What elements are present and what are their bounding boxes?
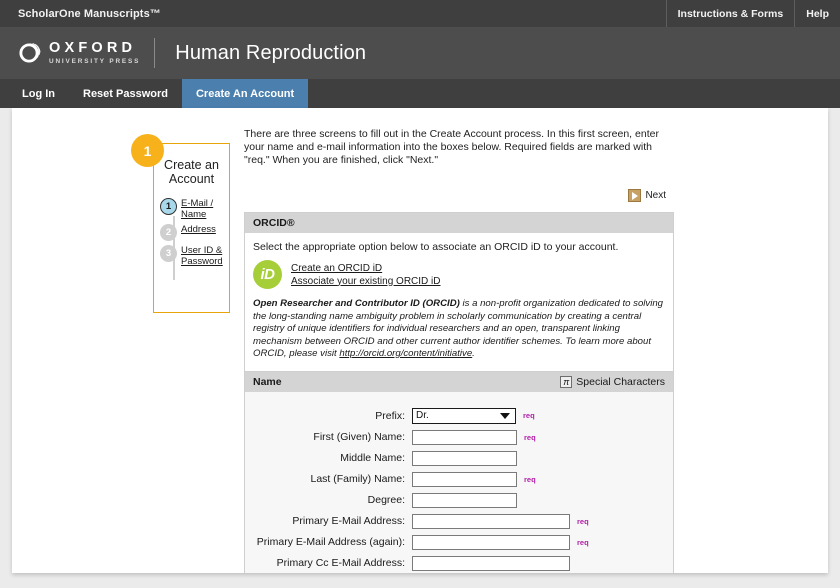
step-label-3[interactable]: User ID & Password [181,245,229,267]
top-utility-links: Instructions & Forms Help [665,0,840,27]
special-characters-button[interactable]: π Special Characters [560,375,665,388]
prefix-required-marker: req [523,411,535,420]
field-row-first-name: First (Given) Name: req [253,429,665,445]
step-item-email-name[interactable]: 1 E-Mail / Name [160,198,229,220]
oup-logo[interactable]: OXFORD UNIVERSITY PRESS [0,40,140,66]
masthead-divider [154,38,156,68]
orcid-panel-title: ORCID® [253,217,295,229]
orcid-options-row: iD Create an ORCID iD Associate your exi… [253,260,665,289]
middle-name-label: Middle Name: [340,452,405,464]
orcid-panel-body: Select the appropriate option below to a… [245,233,673,371]
step-circle-3: 3 [160,245,177,262]
first-name-label: First (Given) Name: [313,431,405,443]
name-panel: Name π Special Characters Prefix: Dr. re… [244,370,674,574]
name-form: Prefix: Dr. req First (Given) Name: req [253,400,665,574]
play-arrow-icon [628,189,642,202]
primary-email-again-required-marker: req [577,537,589,547]
step-item-userid-password[interactable]: 3 User ID & Password [160,245,229,267]
tab-create-an-account[interactable]: Create An Account [181,79,309,108]
journal-title: Human Reproduction [175,41,367,64]
orcid-panel: ORCID® Select the appropriate option bel… [244,212,674,371]
orcid-description: Open Researcher and Contributor ID (ORCI… [253,298,665,361]
next-button[interactable]: Next [628,189,666,202]
degree-label: Degree: [367,494,405,506]
step-list: 1 E-Mail / Name 2 Address 3 User ID & Pa… [160,198,229,280]
associate-orcid-id-link[interactable]: Associate your existing ORCID iD [291,276,441,287]
special-characters-label: Special Characters [576,375,665,388]
page-canvas: 1 Create an Account 1 E-Mail / Name 2 Ad… [12,108,828,573]
prefix-label: Prefix: [375,409,405,422]
chevron-down-icon [500,412,510,419]
top-utility-bar: ScholarOne Manuscripts™ Instructions & F… [0,0,840,27]
primary-email-label: Primary E-Mail Address: [292,515,405,527]
orcid-description-end: . [472,348,475,359]
first-name-input[interactable] [412,429,517,445]
orcid-description-bold: Open Researcher and Contributor ID (ORCI… [253,298,460,309]
name-panel-body: Prefix: Dr. req First (Given) Name: req [245,391,673,574]
scholarone-brand: ScholarOne Manuscripts™ [18,7,161,20]
next-button-label: Next [645,190,666,201]
name-panel-title: Name [253,375,282,388]
field-row-primary-email-again: Primary E-Mail Address (again): req [253,534,665,550]
step-circle-1: 1 [160,198,177,215]
first-name-required-marker: req [524,432,536,442]
tab-log-in[interactable]: Log In [8,79,69,108]
main-content: There are three screens to fill out in t… [244,128,674,573]
step-label-2[interactable]: Address [181,224,216,235]
orcid-panel-header: ORCID® [245,213,673,233]
orcid-id-icon: iD [253,260,282,289]
field-row-prefix: Prefix: Dr. req [253,407,665,424]
name-panel-header: Name π Special Characters [245,371,673,392]
primary-email-required-marker: req [577,516,589,526]
primary-email-again-input[interactable] [412,534,570,550]
last-name-required-marker: req [524,474,536,484]
oup-name: OXFORD [49,40,137,57]
tab-reset-password[interactable]: Reset Password [69,79,182,108]
app-root: ScholarOne Manuscripts™ Instructions & F… [0,0,840,588]
create-account-step-panel: Create an Account 1 E-Mail / Name 2 Addr… [153,143,230,313]
oup-wordmark: OXFORD UNIVERSITY PRESS [49,41,140,65]
orcid-intro-text: Select the appropriate option below to a… [253,241,619,253]
instructions-and-forms-link[interactable]: Instructions & Forms [665,0,795,27]
primary-cc-email-label: Primary Cc E-Mail Address: [276,557,405,569]
primary-email-again-label: Primary E-Mail Address (again): [256,536,405,548]
primary-email-input[interactable] [412,513,570,529]
middle-name-input[interactable] [412,450,517,466]
orcid-links: Create an ORCID iD Associate your existi… [291,263,441,287]
step-circle-2: 2 [160,224,177,241]
field-row-primary-email: Primary E-Mail Address: req [253,513,665,529]
field-row-middle-name: Middle Name: [253,450,665,466]
help-link[interactable]: Help [794,0,840,27]
field-row-last-name: Last (Family) Name: req [253,471,665,487]
orcid-initiative-link[interactable]: http://orcid.org/content/initiative [339,348,472,359]
step-panel-title: Create an Account [164,158,219,186]
create-orcid-id-link[interactable]: Create an ORCID iD [291,263,441,274]
intro-instructions: There are three screens to fill out in t… [244,128,659,166]
masthead: OXFORD UNIVERSITY PRESS Human Reproducti… [0,27,840,79]
field-row-degree: Degree: [253,492,665,508]
primary-tab-bar: Log In Reset Password Create An Account [0,79,840,108]
step-number-badge: 1 [131,134,164,167]
prefix-select-value: Dr. [416,410,429,421]
pi-icon: π [560,375,573,388]
next-button-row: Next [244,189,666,202]
field-row-primary-cc-email: Primary Cc E-Mail Address: [253,555,665,571]
degree-input[interactable] [412,492,517,508]
prefix-select[interactable]: Dr. [412,407,516,424]
step-item-address[interactable]: 2 Address [160,224,229,241]
oup-subname: UNIVERSITY PRESS [49,57,141,65]
step-label-1[interactable]: E-Mail / Name [181,198,229,220]
oxford-laurel-icon [19,43,41,63]
last-name-label: Last (Family) Name: [310,473,405,485]
primary-cc-email-input[interactable] [412,555,570,571]
last-name-input[interactable] [412,471,517,487]
